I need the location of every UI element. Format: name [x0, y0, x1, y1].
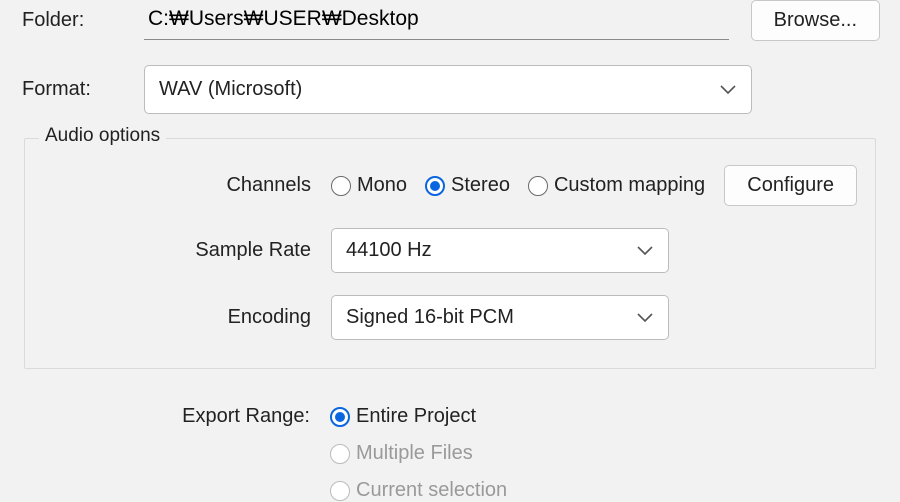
sample-rate-value: 44100 Hz: [331, 228, 669, 273]
channels-row: Channels Mono Stereo Custom mapping Conf…: [43, 165, 857, 206]
radio-icon: [330, 481, 350, 501]
sample-rate-select[interactable]: 44100 Hz: [331, 228, 669, 273]
configure-button[interactable]: Configure: [724, 165, 857, 206]
export-range-row-multiple: Multiple Files: [20, 442, 880, 465]
browse-button[interactable]: Browse...: [751, 0, 880, 41]
folder-input[interactable]: [144, 1, 729, 40]
channels-custom-label: Custom mapping: [554, 174, 705, 197]
export-current-radio[interactable]: Current selection: [330, 479, 507, 502]
channels-custom-radio[interactable]: Custom mapping: [528, 174, 705, 197]
radio-icon: [330, 444, 350, 464]
format-select-value: WAV (Microsoft): [144, 65, 752, 114]
export-current-label: Current selection: [356, 479, 507, 502]
radio-icon: [528, 176, 548, 196]
format-label: Format:: [20, 78, 144, 101]
channels-mono-label: Mono: [357, 174, 407, 197]
radio-icon: [425, 176, 445, 196]
folder-label: Folder:: [20, 9, 144, 32]
export-range-label: Export Range:: [20, 405, 330, 428]
encoding-select[interactable]: Signed 16-bit PCM: [331, 295, 669, 340]
export-range-section: Export Range: Entire Project Multiple Fi…: [20, 405, 880, 502]
radio-icon: [331, 176, 351, 196]
audio-options-legend: Audio options: [39, 125, 166, 147]
folder-row: Folder: Browse...: [20, 0, 880, 41]
export-range-row-entire: Export Range: Entire Project: [20, 405, 880, 428]
export-range-row-current: Current selection: [20, 479, 880, 502]
channels-label: Channels: [43, 174, 331, 197]
export-multiple-radio[interactable]: Multiple Files: [330, 442, 473, 465]
encoding-value: Signed 16-bit PCM: [331, 295, 669, 340]
sample-rate-row: Sample Rate 44100 Hz: [43, 228, 857, 273]
format-select[interactable]: WAV (Microsoft): [144, 65, 752, 114]
export-entire-label: Entire Project: [356, 405, 476, 428]
radio-icon: [330, 407, 350, 427]
channels-mono-radio[interactable]: Mono: [331, 174, 407, 197]
audio-options-group: Audio options Channels Mono Stereo Custo…: [24, 138, 876, 369]
channels-stereo-label: Stereo: [451, 174, 510, 197]
export-entire-radio[interactable]: Entire Project: [330, 405, 476, 428]
channels-radio-group: Mono Stereo Custom mapping: [331, 174, 705, 197]
encoding-label: Encoding: [43, 306, 331, 329]
channels-stereo-radio[interactable]: Stereo: [425, 174, 510, 197]
sample-rate-label: Sample Rate: [43, 239, 331, 262]
encoding-row: Encoding Signed 16-bit PCM: [43, 295, 857, 340]
format-row: Format: WAV (Microsoft): [20, 65, 880, 114]
export-multiple-label: Multiple Files: [356, 442, 473, 465]
